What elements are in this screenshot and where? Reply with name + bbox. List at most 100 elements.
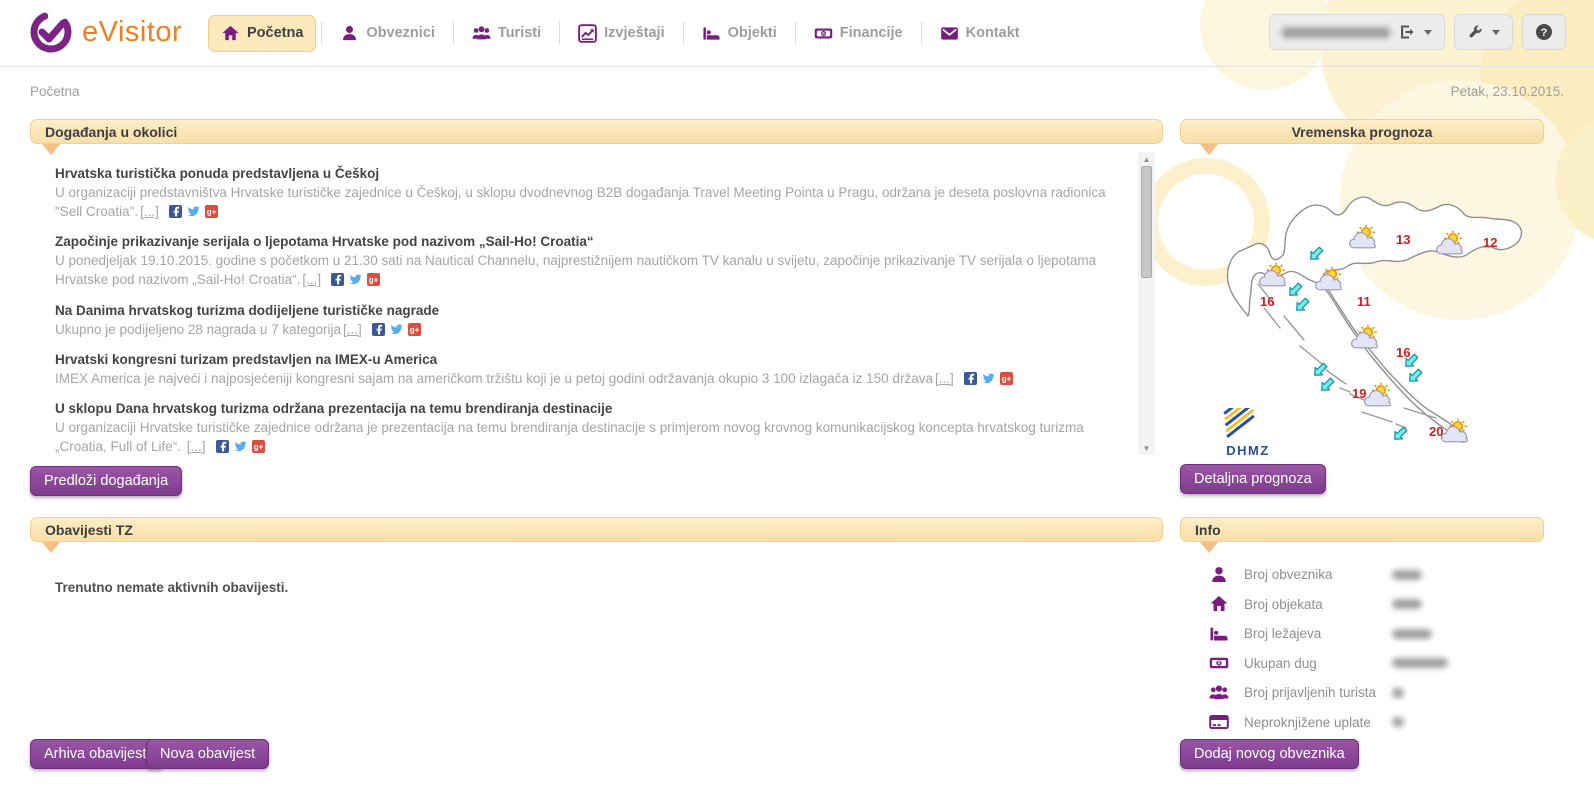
new-notice-button[interactable]: Nova obavijest: [146, 739, 269, 769]
breadcrumb[interactable]: Početna: [30, 84, 80, 99]
news-item: U sklopu Dana hrvatskog turizma održana …: [55, 401, 1123, 456]
news-more-link[interactable]: [...]: [187, 439, 206, 454]
info-rows: Broj obveznikaBroj objekata Broj ležajeva…: [1208, 560, 1538, 737]
group-icon: [1208, 683, 1230, 703]
app-header: eVisitor Početna Obveznici Turisti Izvješta…: [0, 0, 1594, 66]
detailed-forecast-button[interactable]: Detaljna prognoza: [1180, 464, 1326, 494]
weather-panel-title: Vremenska prognoza: [1292, 124, 1433, 140]
blurred-value: [1392, 629, 1432, 639]
twitter-icon[interactable]: [187, 205, 200, 218]
news-item: Hrvatski kongresni turizam predstavljen …: [55, 352, 1123, 388]
notices-panel-header: Obavijesti TZ: [30, 517, 1163, 542]
info-row-label: Neproknjižene uplate: [1244, 715, 1392, 730]
info-row: Broj prijavljenih turista: [1208, 678, 1538, 708]
news-item-body: IMEX America je najveći i najposjećeniji…: [55, 369, 1123, 388]
bed-icon: [702, 24, 721, 43]
temperature-label: 16: [1260, 294, 1274, 309]
googleplus-icon[interactable]: [205, 205, 218, 218]
nav-item-label: Kontakt: [966, 25, 1020, 41]
blurred-value: [1392, 570, 1422, 580]
settings-menu-button[interactable]: [1454, 14, 1513, 50]
news-item: Započinje prikazivanje serijala o ljepot…: [55, 234, 1123, 289]
person-icon: [340, 24, 359, 43]
facebook-icon[interactable]: [964, 372, 977, 385]
news-scrollbar[interactable]: ▲ ▼: [1138, 152, 1155, 455]
header-divider: [0, 66, 1594, 67]
news-item-text: U ponedjeljak 19.10.2015. godine s počet…: [55, 253, 1096, 287]
notices-empty-message: Trenutno nemate aktivnih obavijesti.: [55, 580, 288, 595]
facebook-icon[interactable]: [216, 440, 229, 453]
facebook-icon[interactable]: [331, 273, 344, 286]
googleplus-icon[interactable]: [367, 273, 380, 286]
news-item-text: IMEX America je najveći i najposjećeniji…: [55, 371, 933, 386]
scrollbar-thumb[interactable]: [1141, 166, 1152, 278]
wind-arrow-icon: [1293, 296, 1311, 314]
blurred-value: [1392, 717, 1404, 727]
news-item-body: U organizaciji predstavništva Hrvatske t…: [55, 183, 1123, 221]
evisitor-app: eVisitor Početna Obveznici Turisti Izvješta…: [0, 0, 1594, 798]
nav-item-pocetna[interactable]: Početna: [208, 15, 316, 52]
share-icons: [964, 372, 1013, 385]
banknote-icon: [814, 24, 833, 43]
news-more-link[interactable]: [...]: [302, 272, 321, 287]
news-more-link[interactable]: [...]: [140, 204, 159, 219]
nav-separator: [559, 22, 560, 44]
twitter-icon[interactable]: [390, 323, 403, 336]
news-item: Na Danima hrvatskog turizma dodijeljene …: [55, 303, 1123, 339]
googleplus-icon[interactable]: [252, 440, 265, 453]
wind-arrow-icon: [1318, 376, 1336, 394]
current-date: Petak, 23.10.2015.: [1451, 84, 1564, 99]
googleplus-icon[interactable]: [408, 323, 421, 336]
facebook-icon[interactable]: [169, 205, 182, 218]
notices-archive-button[interactable]: Arhiva obavijesti: [30, 739, 164, 769]
news-more-link[interactable]: [...]: [935, 371, 954, 386]
blurred-value: [1392, 599, 1422, 609]
news-item: Hrvatska turistička ponuda predstavljena…: [55, 166, 1123, 221]
news-item-title[interactable]: Hrvatska turistička ponuda predstavljena…: [55, 166, 1123, 181]
logout-icon: [1399, 24, 1415, 40]
suggest-events-button[interactable]: Predloži događanja: [30, 466, 182, 496]
help-icon: [1535, 23, 1553, 41]
nav-item-objekti[interactable]: Objekti: [689, 15, 790, 52]
nav-item-financije[interactable]: Financije: [801, 15, 916, 52]
nav-item-kontakt[interactable]: Kontakt: [927, 15, 1033, 52]
help-button[interactable]: [1522, 14, 1566, 50]
twitter-icon[interactable]: [982, 372, 995, 385]
scroll-down-arrow[interactable]: ▼: [1143, 441, 1151, 455]
news-item-title[interactable]: Započinje prikazivanje serijala o ljepot…: [55, 234, 1123, 249]
chevron-down-icon: [1424, 30, 1432, 35]
twitter-icon[interactable]: [349, 273, 362, 286]
breadcrumb-row: Početna Petak, 23.10.2015.: [30, 84, 1564, 99]
dhmz-logo-icon: [1222, 408, 1274, 442]
temperature-label: 13: [1396, 232, 1410, 247]
scroll-up-arrow[interactable]: ▲: [1143, 152, 1151, 166]
nav-separator: [453, 22, 454, 44]
nav-item-izvjestaji[interactable]: Izvještaji: [565, 15, 677, 52]
info-row: Broj objekata: [1208, 590, 1538, 620]
blurred-username: [1282, 27, 1390, 38]
info-row-label: Broj ležajeva: [1244, 626, 1392, 641]
news-item-title[interactable]: U sklopu Dana hrvatskog turizma održana …: [55, 401, 1123, 416]
user-menu-button[interactable]: [1269, 14, 1445, 50]
news-item-title[interactable]: Na Danima hrvatskog turizma dodijeljene …: [55, 303, 1123, 318]
envelope-icon: [940, 24, 959, 43]
panel-pointer: [1200, 144, 1218, 155]
nav-item-obveznici[interactable]: Obveznici: [327, 15, 448, 52]
panel-pointer: [42, 144, 60, 155]
news-item-title[interactable]: Hrvatski kongresni turizam predstavljen …: [55, 352, 1123, 367]
info-row: Neproknjižene uplate: [1208, 708, 1538, 738]
twitter-icon[interactable]: [234, 440, 247, 453]
nav-item-turisti[interactable]: Turisti: [459, 15, 554, 52]
googleplus-icon[interactable]: [1000, 372, 1013, 385]
bed-icon: [1208, 624, 1230, 644]
chart-icon: [578, 24, 597, 43]
evisitor-logo[interactable]: eVisitor: [28, 9, 182, 55]
facebook-icon[interactable]: [372, 323, 385, 336]
share-icons: [169, 205, 218, 218]
temperature-label: 12: [1483, 235, 1497, 250]
info-row: Broj obveznika: [1208, 560, 1538, 590]
news-item-text: U organizaciji Hrvatske turističke zajed…: [55, 420, 1084, 454]
person-icon: [1208, 565, 1230, 585]
news-more-link[interactable]: [...]: [343, 322, 362, 337]
add-obligor-button[interactable]: Dodaj novog obveznika: [1180, 739, 1359, 769]
